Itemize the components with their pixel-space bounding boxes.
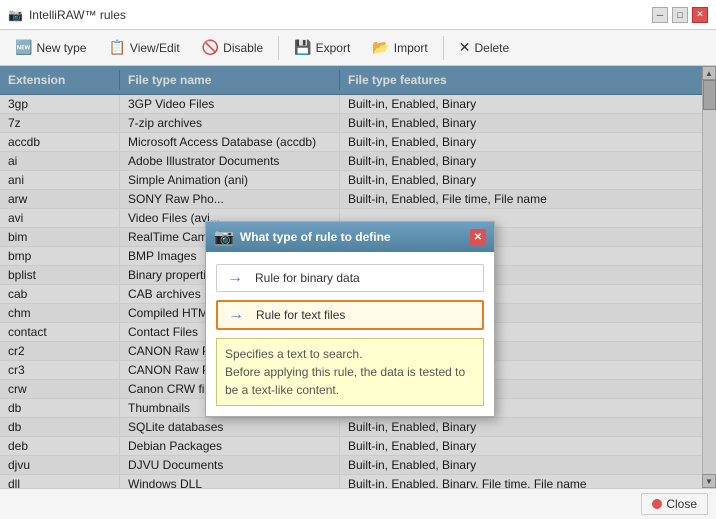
tooltip-line1: Specifies a text to search.: [225, 345, 475, 363]
title-bar: 📷 IntelliRAW™ rules ─ □ ✕: [0, 0, 716, 30]
modal-overlay: 📷 What type of rule to define ✕ → Rule f…: [0, 66, 716, 488]
title-bar-controls[interactable]: ─ □ ✕: [652, 7, 708, 23]
minimize-button[interactable]: ─: [652, 7, 668, 23]
disable-button[interactable]: 🚫 Disable: [193, 35, 272, 60]
app-icon: 📷: [8, 8, 23, 22]
binary-data-label: Rule for binary data: [255, 271, 360, 285]
export-label: Export: [316, 41, 351, 55]
new-type-icon: 🆕: [15, 39, 32, 56]
text-arrow-icon: →: [228, 308, 248, 322]
title-bar-left: 📷 IntelliRAW™ rules: [8, 8, 126, 22]
modal-title: What type of rule to define: [240, 230, 391, 244]
toolbar-separator-1: [278, 36, 279, 60]
close-dot-icon: [652, 499, 662, 509]
option-tooltip: Specifies a text to search. Before apply…: [216, 338, 484, 406]
close-button[interactable]: Close: [641, 493, 708, 515]
delete-label: Delete: [475, 41, 510, 55]
tooltip-line2: Before applying this rule, the data is t…: [225, 363, 475, 399]
status-bar: Close: [0, 488, 716, 519]
view-edit-label: View/Edit: [130, 41, 180, 55]
view-edit-button[interactable]: 📋 View/Edit: [99, 35, 188, 60]
delete-button[interactable]: ✕ Delete: [450, 35, 518, 60]
import-button[interactable]: 📂 Import: [363, 35, 436, 60]
toolbar-separator-2: [443, 36, 444, 60]
import-icon: 📂: [372, 39, 389, 56]
modal-title-left: 📷 What type of rule to define: [214, 227, 391, 247]
disable-icon: 🚫: [202, 39, 219, 56]
delete-icon: ✕: [459, 39, 471, 56]
import-label: Import: [394, 41, 428, 55]
modal-body: → Rule for binary data → Rule for text f…: [206, 252, 494, 416]
export-button[interactable]: 💾 Export: [285, 35, 359, 60]
window-close-button[interactable]: ✕: [692, 7, 708, 23]
new-type-button[interactable]: 🆕 New type: [6, 35, 95, 60]
view-edit-icon: 📋: [108, 39, 125, 56]
table-container: Extension File type name File type featu…: [0, 66, 716, 488]
text-files-option[interactable]: → Rule for text files: [216, 300, 484, 330]
text-files-label: Rule for text files: [256, 308, 345, 322]
new-type-label: New type: [36, 41, 86, 55]
binary-arrow-icon: →: [227, 271, 247, 285]
disable-label: Disable: [223, 41, 263, 55]
binary-data-option[interactable]: → Rule for binary data: [216, 264, 484, 292]
export-icon: 💾: [294, 39, 311, 56]
close-label: Close: [666, 497, 697, 511]
modal-app-icon: 📷: [214, 227, 234, 247]
rule-type-dialog: 📷 What type of rule to define ✕ → Rule f…: [205, 221, 495, 417]
maximize-button[interactable]: □: [672, 7, 688, 23]
modal-title-bar: 📷 What type of rule to define ✕: [206, 222, 494, 252]
modal-close-button[interactable]: ✕: [470, 229, 486, 245]
window-title: IntelliRAW™ rules: [29, 8, 126, 22]
toolbar: 🆕 New type 📋 View/Edit 🚫 Disable 💾 Expor…: [0, 30, 716, 66]
